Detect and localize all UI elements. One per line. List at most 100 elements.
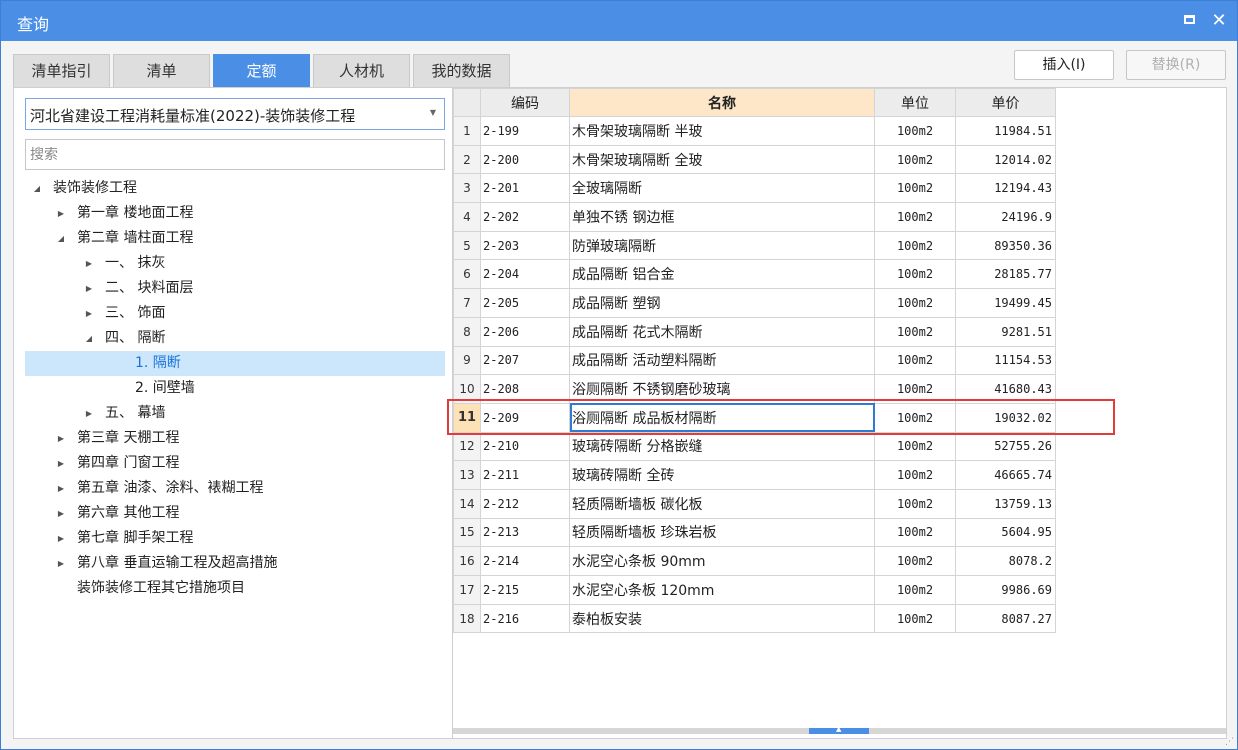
row-index[interactable]: 1: [453, 116, 481, 146]
expand-arrow-icon[interactable]: ▶: [83, 401, 95, 426]
row-index[interactable]: 10: [453, 374, 481, 404]
tree-item[interactable]: ◢ 装饰装修工程: [25, 176, 445, 201]
tree-item[interactable]: ◢ 四、 隔断: [25, 326, 445, 351]
unit-cell[interactable]: 100m2: [874, 374, 956, 404]
name-cell[interactable]: 成品隔断 塑钢: [569, 288, 875, 318]
name-cell[interactable]: 泰柏板安装: [569, 603, 875, 634]
expand-arrow-icon[interactable]: ▶: [55, 201, 67, 226]
tree-item[interactable]: ▶ 三、 饰面: [25, 301, 445, 326]
table-row[interactable]: 4 2-202 单独不锈 钢边框 100m2 24196.9: [453, 202, 1056, 232]
price-cell[interactable]: 12194.43: [955, 173, 1056, 204]
table-row[interactable]: 6 2-204 成品隔断 铝合金 100m2 28185.77: [453, 259, 1056, 290]
price-cell[interactable]: 11154.53: [955, 345, 1056, 376]
name-cell[interactable]: 木骨架玻璃隔断 全玻: [569, 144, 875, 175]
name-cell[interactable]: 轻质隔断墙板 珍珠岩板: [569, 517, 875, 548]
table-row[interactable]: 12 2-210 玻璃砖隔断 分格嵌缝 100m2 52755.26: [453, 431, 1056, 462]
table-row[interactable]: 18 2-216 泰柏板安装 100m2 8087.27: [453, 603, 1056, 634]
tab-bill[interactable]: 清单: [113, 54, 210, 87]
unit-cell[interactable]: 100m2: [874, 173, 956, 204]
code-cell[interactable]: 2-215: [480, 575, 570, 605]
price-cell[interactable]: 52755.26: [955, 431, 1056, 462]
tab-bill-guide[interactable]: 清单指引: [13, 54, 110, 87]
library-select[interactable]: 河北省建设工程消耗量标准(2022)-装饰装修工程 ▼: [25, 98, 445, 130]
tree-item[interactable]: ▶ 五、 幕墙: [25, 401, 445, 426]
code-cell[interactable]: 2-210: [480, 431, 570, 462]
code-cell[interactable]: 2-208: [480, 374, 570, 404]
expand-arrow-icon[interactable]: ▶: [55, 526, 67, 551]
price-cell[interactable]: 13759.13: [955, 488, 1056, 519]
tree-item[interactable]: ▶ 二、 块料面层: [25, 276, 445, 301]
resize-grip-icon[interactable]: ⋰: [1225, 737, 1235, 747]
price-cell[interactable]: 24196.9: [955, 202, 1056, 232]
code-cell[interactable]: 2-207: [480, 345, 570, 376]
header-price[interactable]: 单价: [955, 88, 1056, 117]
table-row[interactable]: 10 2-208 浴厕隔断 不锈钢磨砂玻璃 100m2 41680.43: [453, 374, 1056, 404]
name-cell[interactable]: 玻璃砖隔断 分格嵌缝: [569, 431, 875, 462]
scroll-handle[interactable]: ▲: [809, 725, 869, 734]
price-cell[interactable]: 8078.2: [955, 546, 1056, 576]
tab-labor-material-machine[interactable]: 人材机: [313, 54, 410, 87]
tab-quota[interactable]: 定额: [213, 54, 310, 87]
name-cell[interactable]: 单独不锈 钢边框: [569, 202, 875, 232]
table-row[interactable]: 16 2-214 水泥空心条板 90mm 100m2 8078.2: [453, 546, 1056, 576]
name-cell[interactable]: 浴厕隔断 不锈钢磨砂玻璃: [569, 374, 875, 404]
row-index[interactable]: 17: [453, 575, 481, 605]
price-cell[interactable]: 5604.95: [955, 517, 1056, 548]
insert-button[interactable]: 插入(I): [1014, 50, 1114, 80]
tree-item[interactable]: ▶ 第一章 楼地面工程: [25, 201, 445, 226]
row-index[interactable]: 4: [453, 202, 481, 232]
tree-item[interactable]: ▶ 第四章 门窗工程: [25, 451, 445, 476]
expand-arrow-icon[interactable]: ▶: [55, 501, 67, 526]
unit-cell[interactable]: 100m2: [874, 202, 956, 232]
row-index[interactable]: 6: [453, 259, 481, 290]
header-code[interactable]: 编码: [480, 88, 570, 117]
code-cell[interactable]: 2-205: [480, 288, 570, 318]
tree-item[interactable]: ▶ 第七章 脚手架工程: [25, 526, 445, 551]
unit-cell[interactable]: 100m2: [874, 546, 956, 576]
row-index[interactable]: 5: [453, 230, 481, 261]
price-cell[interactable]: 9281.51: [955, 316, 1056, 347]
header-name[interactable]: 名称: [569, 88, 875, 117]
unit-cell[interactable]: 100m2: [874, 259, 956, 290]
unit-cell[interactable]: 100m2: [874, 575, 956, 605]
code-cell[interactable]: 2-213: [480, 517, 570, 548]
row-index[interactable]: 8: [453, 316, 481, 347]
tree-item[interactable]: 1. 隔断: [25, 351, 445, 376]
unit-cell[interactable]: 100m2: [874, 431, 956, 462]
maximize-button[interactable]: [1177, 9, 1201, 33]
code-cell[interactable]: 2-212: [480, 488, 570, 519]
header-unit[interactable]: 单位: [874, 88, 956, 117]
unit-cell[interactable]: 100m2: [874, 116, 956, 146]
search-field[interactable]: [25, 139, 445, 170]
price-cell[interactable]: 19499.45: [955, 288, 1056, 318]
name-cell[interactable]: 防弹玻璃隔断: [569, 230, 875, 261]
price-cell[interactable]: 19032.02: [955, 402, 1056, 433]
tree-item[interactable]: ▶ 一、 抹灰: [25, 251, 445, 276]
price-cell[interactable]: 41680.43: [955, 374, 1056, 404]
row-index[interactable]: 3: [453, 173, 481, 204]
unit-cell[interactable]: 100m2: [874, 460, 956, 490]
name-cell[interactable]: 成品隔断 活动塑料隔断: [569, 345, 875, 376]
unit-cell[interactable]: 100m2: [874, 402, 956, 433]
price-cell[interactable]: 12014.02: [955, 144, 1056, 175]
code-cell[interactable]: 2-211: [480, 460, 570, 490]
expand-arrow-icon[interactable]: ▶: [83, 276, 95, 301]
table-row[interactable]: 3 2-201 全玻璃隔断 100m2 12194.43: [453, 173, 1056, 204]
tree-item[interactable]: 2. 间壁墙: [25, 376, 445, 401]
name-cell[interactable]: 轻质隔断墙板 碳化板: [569, 488, 875, 519]
unit-cell[interactable]: 100m2: [874, 230, 956, 261]
unit-cell[interactable]: 100m2: [874, 603, 956, 634]
name-cell[interactable]: 玻璃砖隔断 全砖: [569, 460, 875, 490]
table-row[interactable]: 15 2-213 轻质隔断墙板 珍珠岩板 100m2 5604.95: [453, 517, 1056, 548]
price-cell[interactable]: 9986.69: [955, 575, 1056, 605]
row-index[interactable]: 16: [453, 546, 481, 576]
price-cell[interactable]: 89350.36: [955, 230, 1056, 261]
code-cell[interactable]: 2-204: [480, 259, 570, 290]
table-row[interactable]: 17 2-215 水泥空心条板 120mm 100m2 9986.69: [453, 575, 1056, 605]
code-cell[interactable]: 2-206: [480, 316, 570, 347]
tree-item[interactable]: 装饰装修工程其它措施项目: [25, 576, 445, 601]
unit-cell[interactable]: 100m2: [874, 316, 956, 347]
horizontal-scrollbar[interactable]: ▲: [453, 725, 1226, 734]
table-row[interactable]: 14 2-212 轻质隔断墙板 碳化板 100m2 13759.13: [453, 488, 1056, 519]
row-index[interactable]: 7: [453, 288, 481, 318]
